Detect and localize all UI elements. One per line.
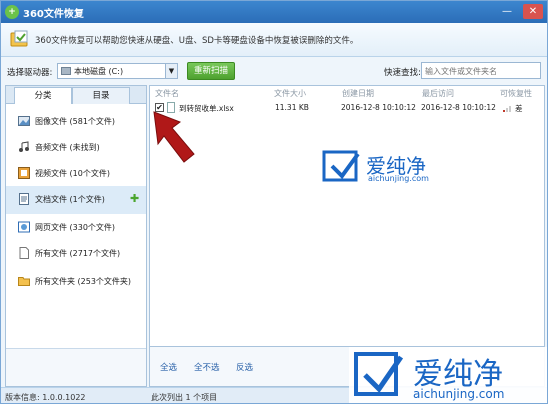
sidebar-item-documents[interactable]: 文档文件 (1个文件) ✚ — [6, 186, 146, 214]
recovery-icon — [10, 30, 28, 47]
tab-directory[interactable]: 目录 — [72, 87, 130, 104]
sidebar-item-label: 所有文件 (2717个文件) — [35, 249, 121, 258]
file-size: 11.31 KB — [275, 103, 309, 112]
file-list: 文件名 文件大小 创建日期 最后访问 可恢复性 ✔ 到转贸收单.xlsx 11.… — [149, 85, 545, 347]
column-header-created[interactable]: 创建日期 — [342, 88, 374, 99]
sidebar: 分类 目录 图像文件 (581个文件) 音频文件 (未找到) 视频文件 (10个… — [5, 85, 147, 387]
watermark-logo-icon — [322, 150, 360, 182]
folder-icon — [18, 277, 30, 286]
window-title: 360文件恢复 — [23, 9, 84, 20]
add-icon[interactable]: ✚ — [130, 192, 139, 205]
app-window: + 360文件恢复 — ✕ 360文件恢复可以帮助您快速从硬盘、U盘、SD卡等硬… — [0, 0, 548, 404]
watermark-url: aichunjing.com — [413, 387, 505, 401]
app-logo-icon: + — [5, 5, 19, 19]
drive-label: 选择驱动器: — [7, 68, 53, 78]
file-icon — [19, 247, 29, 259]
drive-select[interactable]: 本地磁盘 (C:) — [57, 63, 177, 79]
watermark-url: aichunjing.com — [368, 174, 429, 183]
document-icon — [19, 193, 29, 205]
disk-icon — [61, 67, 71, 75]
sidebar-item-images[interactable]: 图像文件 (581个文件) — [6, 108, 146, 134]
tab-category[interactable]: 分类 — [14, 87, 72, 104]
search-input[interactable] — [421, 62, 541, 79]
chevron-down-icon[interactable]: ▼ — [165, 63, 178, 79]
rescan-button[interactable]: 重新扫描 — [187, 62, 235, 80]
drive-value: 本地磁盘 (C:) — [74, 67, 124, 76]
column-header-name[interactable]: 文件名 — [155, 88, 179, 99]
sidebar-item-label: 所有文件夹 (253个文件夹) — [35, 277, 132, 286]
sidebar-item-webpages[interactable]: 网页文件 (330个文件) — [6, 214, 146, 240]
select-none-link[interactable]: 全不选 — [194, 361, 220, 373]
sidebar-item-all-folders[interactable]: 所有文件夹 (253个文件夹) — [6, 268, 146, 294]
file-accessed: 2016-12-8 10:10:12 — [421, 103, 496, 112]
sidebar-item-all-files[interactable]: 所有文件 (2717个文件) — [6, 240, 146, 266]
sidebar-tabs: 分类 目录 — [6, 86, 146, 104]
sidebar-item-label: 图像文件 (581个文件) — [35, 117, 116, 126]
signal-icon — [503, 106, 511, 112]
sidebar-item-label: 文档文件 (1个文件) — [35, 195, 105, 204]
video-icon — [18, 167, 30, 179]
invert-selection-link[interactable]: 反选 — [236, 361, 253, 373]
pointer-arrow-icon — [153, 111, 195, 163]
image-icon — [18, 116, 30, 126]
select-all-link[interactable]: 全选 — [160, 361, 177, 373]
minimize-button[interactable]: — — [497, 4, 517, 19]
toolbar: 选择驱动器: 本地磁盘 (C:) ▼ 重新扫描 快速查找: — [1, 57, 547, 85]
sidebar-item-audio[interactable]: 音频文件 (未找到) — [6, 134, 146, 160]
banner-text: 360文件恢复可以帮助您快速从硬盘、U盘、SD卡等硬盘设备中恢复被误删除的文件。 — [35, 36, 359, 46]
close-button[interactable]: ✕ — [523, 4, 543, 19]
sidebar-item-label: 视频文件 (10个文件) — [35, 169, 110, 178]
info-banner: 360文件恢复可以帮助您快速从硬盘、U盘、SD卡等硬盘设备中恢复被误删除的文件。 — [1, 23, 547, 57]
file-recoverability: 差 — [515, 104, 523, 113]
search-label: 快速查找: — [384, 68, 421, 78]
file-created: 2016-12-8 10:10:12 — [341, 103, 416, 112]
version-info: 版本信息: 1.0.0.1022 — [5, 393, 86, 402]
title-bar: + 360文件恢复 — ✕ — [1, 1, 547, 23]
watermark-bottom: 爱纯净 aichunjing.com — [349, 347, 547, 403]
column-header-recoverability[interactable]: 可恢复性 — [500, 88, 532, 99]
webpage-icon — [18, 221, 30, 233]
sidebar-item-label: 网页文件 (330个文件) — [35, 223, 116, 232]
watermark-logo-icon — [354, 352, 403, 396]
column-header-size[interactable]: 文件大小 — [274, 88, 306, 99]
sidebar-footer — [6, 348, 146, 386]
music-icon — [19, 141, 29, 152]
status-summary: 此次列出 1 个项目 — [151, 393, 218, 402]
sidebar-item-video[interactable]: 视频文件 (10个文件) — [6, 160, 146, 186]
sidebar-item-label: 音频文件 (未找到) — [35, 143, 100, 152]
column-header-accessed[interactable]: 最后访问 — [422, 88, 454, 99]
